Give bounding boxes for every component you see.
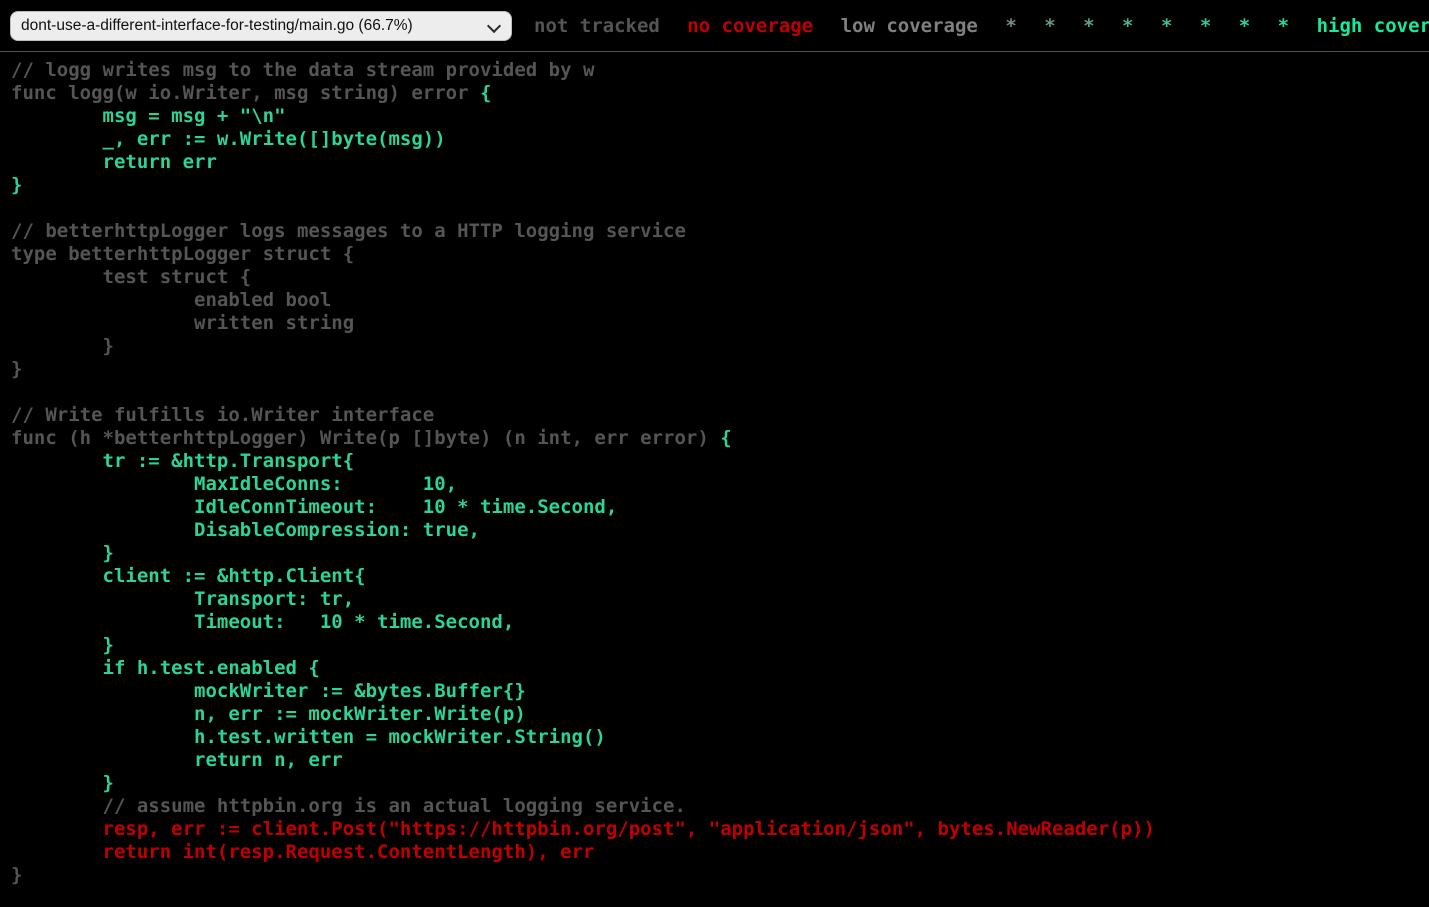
coverage-star: *: [1200, 15, 1211, 37]
code-segment: Timeout: 10 * time.Second,: [11, 611, 514, 633]
code-segment: _, err := w.Write([]byte(msg)): [11, 128, 446, 150]
code-segment: {: [480, 82, 491, 104]
coverage-star: *: [1005, 15, 1016, 37]
code-segment: type betterhttpLogger struct {: [11, 243, 354, 265]
code-segment: }: [11, 358, 22, 380]
file-select-wrapper: dont-use-a-different-interface-for-testi…: [10, 11, 512, 41]
code-segment: }: [11, 864, 22, 886]
coverage-legend: not tracked no coverage low coverage * *…: [526, 15, 1429, 37]
code-segment: }: [11, 772, 114, 794]
file-select[interactable]: dont-use-a-different-interface-for-testi…: [10, 11, 512, 41]
code-segment: // logg writes msg to the data stream pr…: [11, 59, 594, 81]
code-segment: }: [11, 335, 114, 357]
code-segment: func (h *betterhttpLogger) Write(p []byt…: [11, 427, 720, 449]
code-segment: resp, err := client.Post("https://httpbi…: [11, 818, 1155, 840]
code-segment: }: [11, 174, 22, 196]
code-segment: }: [11, 634, 114, 656]
code-segment: // betterhttpLogger logs messages to a H…: [11, 220, 686, 242]
code-segment: IdleConnTimeout: 10 * time.Second,: [11, 496, 617, 518]
code-segment: h.test.written = mockWriter.String(): [11, 726, 606, 748]
source-code: // logg writes msg to the data stream pr…: [0, 59, 1429, 907]
code-segment: test struct {: [11, 266, 251, 288]
code-segment: DisableCompression: true,: [11, 519, 480, 541]
code-segment: client := &http.Client{: [11, 565, 366, 587]
coverage-star: *: [1161, 15, 1172, 37]
coverage-star: *: [1122, 15, 1133, 37]
code-segment: enabled bool: [11, 289, 331, 311]
coverage-star: *: [1278, 15, 1289, 37]
code-segment: mockWriter := &bytes.Buffer{}: [11, 680, 526, 702]
code-segment: // Write fulfills io.Writer interface: [11, 404, 434, 426]
code-segment: return int(resp.Request.ContentLength), …: [11, 841, 594, 863]
code-segment: if h.test.enabled {: [11, 657, 320, 679]
code-segment: return err: [11, 151, 217, 173]
topbar: dont-use-a-different-interface-for-testi…: [0, 0, 1429, 52]
legend-low-coverage: low coverage: [841, 15, 978, 37]
code-segment: }: [11, 542, 114, 564]
content: // logg writes msg to the data stream pr…: [0, 59, 1429, 907]
legend-no-coverage: no coverage: [687, 15, 813, 37]
code-segment: return n, err: [11, 749, 343, 771]
code-segment: n, err := mockWriter.Write(p): [11, 703, 526, 725]
legend-not-tracked: not tracked: [534, 15, 660, 37]
code-segment: MaxIdleConns: 10,: [11, 473, 457, 495]
coverage-star: *: [1239, 15, 1250, 37]
code-segment: msg = msg + "\n": [11, 105, 286, 127]
code-segment: func logg(w io.Writer, msg string) error: [11, 82, 480, 104]
code-segment: {: [720, 427, 731, 449]
legend-high-coverage: high coverage: [1317, 15, 1429, 37]
coverage-star: *: [1083, 15, 1094, 37]
coverage-star: *: [1044, 15, 1055, 37]
code-segment: tr := &http.Transport{: [11, 450, 354, 472]
code-segment: written string: [11, 312, 354, 334]
code-segment: Transport: tr,: [11, 588, 354, 610]
code-segment: // assume httpbin.org is an actual loggi…: [11, 795, 686, 817]
